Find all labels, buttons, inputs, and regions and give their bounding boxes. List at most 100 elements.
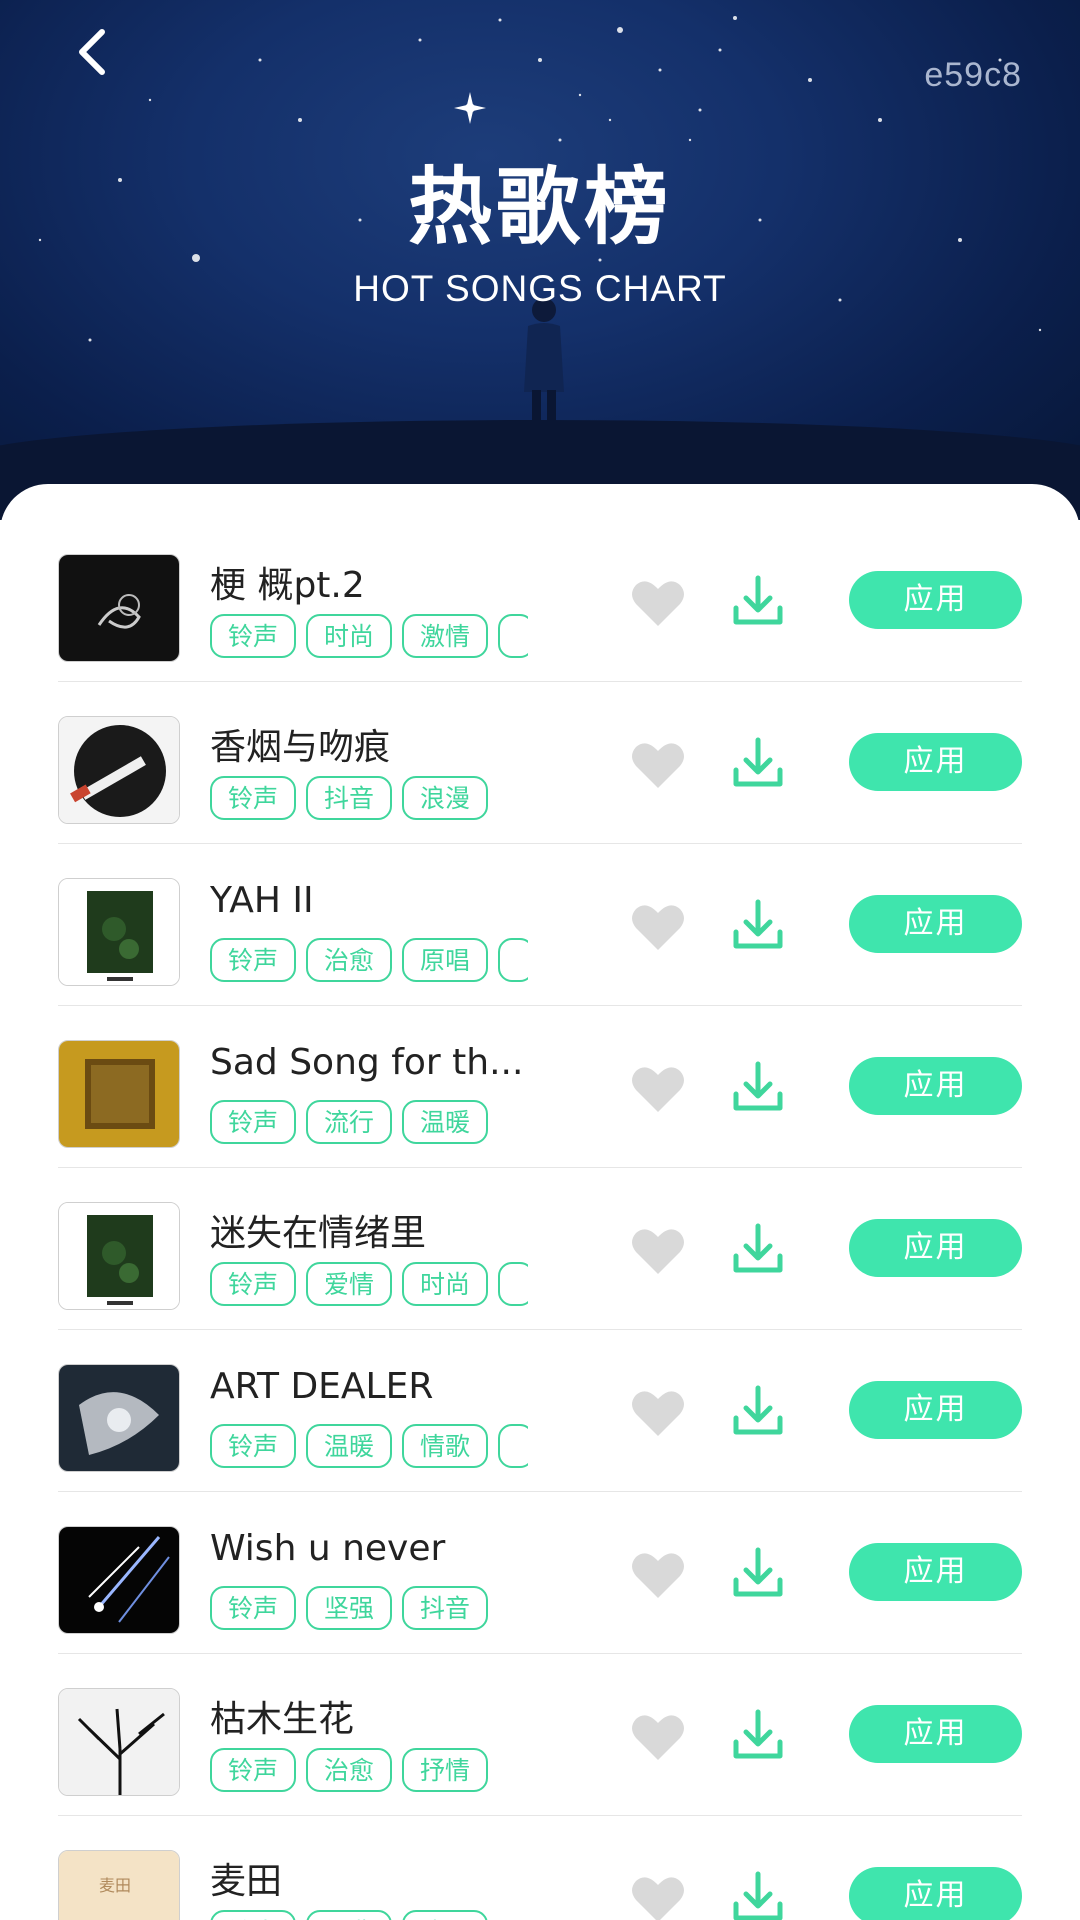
tag-chip[interactable] [498, 1262, 528, 1306]
tag-chip[interactable]: 铃声 [210, 1586, 297, 1630]
tag-chip[interactable]: 坚强 [306, 1586, 393, 1630]
tag-chip[interactable]: 浪漫 [402, 776, 489, 820]
forest-cover [59, 879, 179, 985]
song-row[interactable]: 麦田 麦田 铃声经典浪漫 应用 [58, 1816, 1022, 1920]
heart-icon[interactable] [630, 1388, 686, 1438]
download-icon[interactable] [730, 1546, 786, 1602]
heart-icon[interactable] [630, 1550, 686, 1600]
tag-list: 铃声 治愈 原唱 [210, 938, 528, 986]
song-row[interactable]: 梗 概pt.2 铃声 时尚 激情 应用 [58, 520, 1022, 682]
tree-cover [59, 1689, 179, 1795]
song-row[interactable]: YAH II 铃声 治愈 原唱 应用 [58, 844, 1022, 1006]
apply-button[interactable]: 应用 [849, 571, 1022, 629]
heart-icon[interactable] [630, 1712, 686, 1762]
tag-chip[interactable]: 治愈 [306, 938, 393, 982]
apply-button[interactable]: 应用 [849, 1057, 1022, 1115]
tag-chip[interactable]: 铃声 [210, 1910, 297, 1920]
album-cover[interactable] [58, 1364, 180, 1472]
tag-chip[interactable]: 温暖 [402, 1100, 489, 1144]
tag-chip[interactable]: 温暖 [306, 1424, 393, 1468]
tag-chip[interactable]: 原唱 [402, 938, 489, 982]
tag-list: 铃声 坚强 抖音 [210, 1586, 528, 1634]
apply-button[interactable]: 应用 [849, 1543, 1022, 1601]
album-cover[interactable] [58, 554, 180, 662]
tag-chip[interactable]: 经典 [306, 1910, 393, 1920]
tag-chip[interactable]: 铃声 [210, 1100, 297, 1144]
album-cover[interactable] [58, 716, 180, 824]
song-row[interactable]: Wish u never 铃声 坚强 抖音 应用 [58, 1492, 1022, 1654]
song-row[interactable]: Sad Song for th... 铃声 流行 温暖 应用 [58, 1006, 1022, 1168]
heart-icon[interactable] [630, 740, 686, 790]
song-title: 迷失在情绪里 [210, 1213, 427, 1254]
album-cover[interactable] [58, 1040, 180, 1148]
tag-chip[interactable]: 情歌 [402, 1424, 489, 1468]
download-icon[interactable] [730, 1222, 786, 1278]
apply-button[interactable]: 应用 [849, 1381, 1022, 1439]
tag-chip[interactable] [498, 614, 528, 658]
tag-chip[interactable]: 时尚 [306, 614, 393, 658]
download-icon[interactable] [730, 1708, 786, 1764]
tag-chip[interactable]: 铃声 [210, 1262, 297, 1306]
tag-chip[interactable]: 铃声 [210, 614, 297, 658]
download-icon[interactable] [730, 736, 786, 792]
song-title: ART DEALER [210, 1366, 434, 1407]
album-cover[interactable]: 麦田 [58, 1850, 180, 1920]
tag-chip[interactable]: 时尚 [402, 1262, 489, 1306]
tag-list: 铃声经典浪漫 [210, 1910, 528, 1920]
tag-chip[interactable]: 铃声 [210, 1748, 297, 1792]
field-cover: 麦田 [59, 1851, 179, 1920]
tag-chip[interactable]: 激情 [402, 614, 489, 658]
download-icon[interactable] [730, 574, 786, 630]
tag-chip[interactable]: 铃声 [210, 1424, 297, 1468]
tag-chip[interactable]: 抖音 [402, 1586, 489, 1630]
back-button[interactable] [62, 22, 122, 82]
song-row[interactable]: 迷失在情绪里 铃声 爱情 时尚 应用 [58, 1168, 1022, 1330]
tag-chip[interactable]: 抖音 [306, 776, 393, 820]
song-row[interactable]: 枯木生花 铃声 治愈 抒情 应用 [58, 1654, 1022, 1816]
apply-button[interactable]: 应用 [849, 1705, 1022, 1763]
heart-icon[interactable] [630, 1874, 686, 1920]
apply-button[interactable]: 应用 [849, 733, 1022, 791]
tag-chip[interactable] [498, 938, 528, 982]
angel-cover [59, 1365, 179, 1471]
download-icon[interactable] [730, 1060, 786, 1116]
download-icon[interactable] [730, 1384, 786, 1440]
song-row[interactable]: ART DEALER 铃声 温暖 情歌 应用 [58, 1330, 1022, 1492]
tag-chip[interactable]: 爱情 [306, 1262, 393, 1306]
tag-chip[interactable]: 抒情 [402, 1748, 489, 1792]
forest-cover [59, 1203, 179, 1309]
tag-list: 铃声 时尚 激情 [210, 614, 528, 662]
heart-icon[interactable] [630, 1064, 686, 1114]
heart-icon[interactable] [630, 902, 686, 952]
song-title: 梗 概pt.2 [210, 565, 365, 606]
album-cover[interactable] [58, 1526, 180, 1634]
album-cover[interactable] [58, 878, 180, 986]
tag-chip[interactable] [498, 1424, 528, 1468]
album-cover[interactable] [58, 1202, 180, 1310]
person-silhouette [524, 298, 564, 442]
download-icon[interactable] [730, 898, 786, 954]
heart-icon[interactable] [630, 1226, 686, 1276]
apply-button[interactable]: 应用 [849, 895, 1022, 953]
tag-chip[interactable]: 铃声 [210, 938, 297, 982]
song-row[interactable]: 香烟与吻痕 铃声 抖音 浪漫 应用 [58, 682, 1022, 844]
apply-button[interactable]: 应用 [849, 1867, 1022, 1920]
heart-icon[interactable] [630, 578, 686, 628]
page-title: 热歌榜 [407, 158, 672, 256]
tag-chip[interactable]: 铃声 [210, 776, 297, 820]
song-title: 麦田 [210, 1861, 283, 1902]
download-icon[interactable] [730, 1870, 786, 1920]
gold-cover [59, 1041, 179, 1147]
tag-chip[interactable]: 流行 [306, 1100, 393, 1144]
song-title: 枯木生花 [210, 1699, 355, 1740]
meteor-cover [59, 1527, 179, 1633]
album-cover[interactable] [58, 1688, 180, 1796]
apply-button[interactable]: 应用 [849, 1219, 1022, 1277]
song-list: 梗 概pt.2 铃声 时尚 激情 应用 香烟与吻痕 铃声 抖音 浪漫 应用 YA… [0, 484, 1080, 1920]
tag-list: 铃声 流行 温暖 [210, 1100, 528, 1148]
tag-chip[interactable]: 浪漫 [402, 1910, 489, 1920]
page-subtitle: HOT SONGS CHART [353, 268, 727, 309]
tag-chip[interactable]: 治愈 [306, 1748, 393, 1792]
svg-text:麦田: 麦田 [99, 1876, 131, 1895]
song-title: Sad Song for th... [210, 1042, 524, 1083]
